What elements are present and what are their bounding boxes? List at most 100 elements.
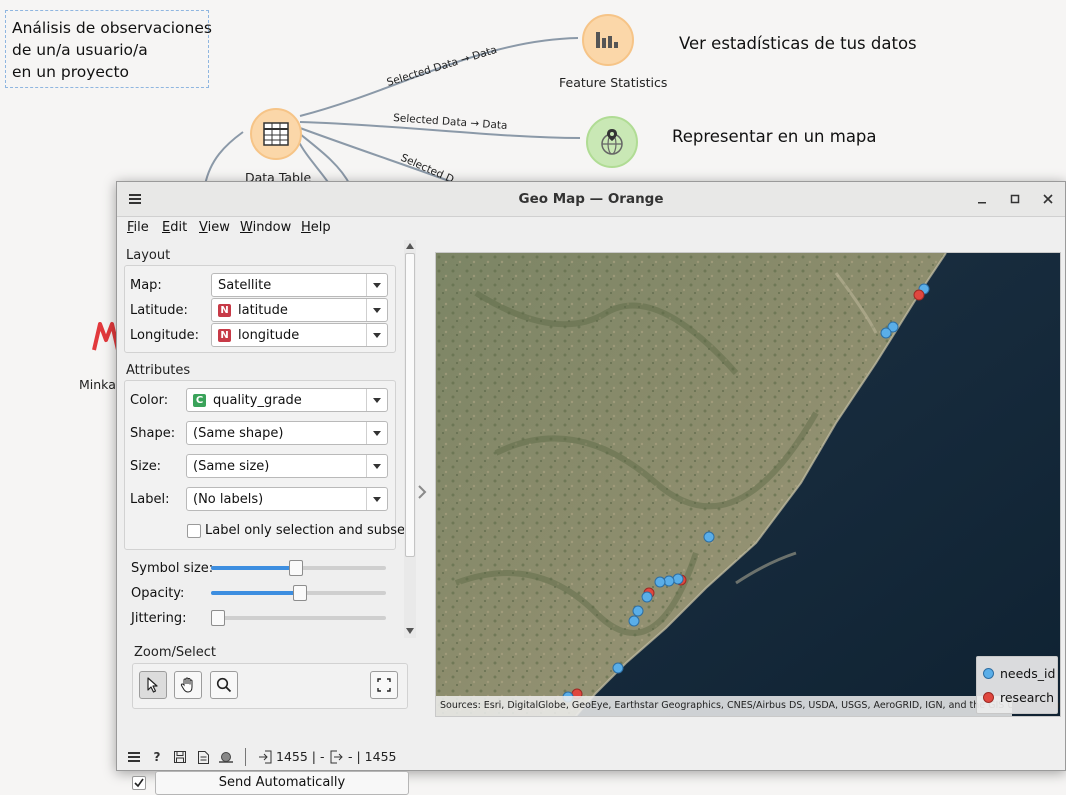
- pointer-select-button[interactable]: [139, 671, 167, 699]
- observation-point[interactable]: [913, 289, 925, 301]
- collapse-panel-icon[interactable]: [417, 484, 427, 503]
- close-icon[interactable]: [1037, 188, 1059, 210]
- opacity-label: Opacity:: [131, 586, 185, 601]
- map-attribution: Sources: Esri, DigitalGlobe, GeoEye, Ear…: [436, 696, 1060, 716]
- latitude-value: latitude: [238, 303, 288, 318]
- label-only-selection-label: Label only selection and subset: [205, 523, 411, 538]
- menu-help[interactable]: Help: [301, 220, 331, 235]
- jittering-label: Jittering:: [131, 611, 187, 626]
- longitude-select[interactable]: N longitude: [211, 323, 388, 347]
- map-label: Map:: [130, 278, 162, 293]
- report-icon[interactable]: [195, 749, 211, 765]
- legend-item-research: research: [983, 690, 1054, 705]
- map-type-value: Satellite: [218, 278, 272, 293]
- snail-icon[interactable]: [218, 749, 234, 765]
- save-icon[interactable]: [172, 749, 188, 765]
- jittering-slider[interactable]: [211, 610, 386, 626]
- map-view[interactable]: Sources: Esri, DigitalGlobe, GeoEye, Ear…: [435, 252, 1061, 717]
- zoom-select-title: Zoom/Select: [134, 645, 216, 660]
- chevron-down-icon: [366, 455, 387, 477]
- symbol-size-slider[interactable]: [211, 560, 386, 576]
- menu-edit[interactable]: Edit: [162, 220, 187, 235]
- slider-handle[interactable]: [211, 610, 225, 626]
- geo-map-window[interactable]: Geo Map — Orange File Edit View Window H…: [116, 181, 1066, 795]
- chevron-down-icon: [366, 488, 387, 510]
- layout-section-title: Layout: [126, 248, 171, 263]
- menu-file[interactable]: File: [127, 220, 149, 235]
- observation-point[interactable]: [628, 615, 640, 627]
- scrollbar-thumb[interactable]: [405, 253, 415, 557]
- slider-handle[interactable]: [289, 560, 304, 576]
- panel-scrollbar[interactable]: [404, 240, 416, 638]
- latitude-select[interactable]: N latitude: [211, 298, 388, 322]
- label-label: Label:: [130, 492, 170, 507]
- map-legend: needs_id research: [976, 656, 1058, 714]
- shape-value: (Same shape): [193, 426, 284, 441]
- chevron-down-icon: [366, 299, 387, 321]
- observation-points[interactable]: [436, 253, 1060, 716]
- send-automatically-button[interactable]: Send Automatically: [155, 771, 409, 795]
- workflow-note[interactable]: Análisis de observaciones de un/a usuari…: [5, 10, 212, 88]
- data-table-node[interactable]: [250, 108, 302, 160]
- note-line: en un proyecto: [12, 63, 130, 81]
- output-count: - | 1455: [348, 749, 397, 764]
- scroll-up-icon[interactable]: [404, 240, 416, 252]
- chevron-down-icon: [366, 389, 387, 411]
- map-type-select[interactable]: Satellite: [211, 273, 388, 297]
- shape-select[interactable]: (Same shape): [186, 421, 388, 445]
- size-label: Size:: [130, 459, 162, 474]
- symbol-size-label: Symbol size:: [131, 561, 214, 576]
- fit-screen-icon: [377, 678, 391, 692]
- note-line: Análisis de observaciones: [12, 19, 212, 37]
- chevron-down-icon: [366, 324, 387, 346]
- slider-handle[interactable]: [292, 585, 307, 601]
- observation-point[interactable]: [632, 605, 644, 617]
- opacity-slider[interactable]: [211, 585, 386, 601]
- latitude-label: Latitude:: [130, 303, 188, 318]
- observation-point[interactable]: [654, 576, 666, 588]
- feature-statistics-label: Feature Statistics: [559, 75, 668, 90]
- minimize-icon[interactable]: [971, 188, 993, 210]
- feature-statistics-node[interactable]: [582, 14, 634, 66]
- pan-button[interactable]: [174, 671, 202, 699]
- legend-marker: [983, 668, 994, 679]
- legend-marker: [983, 692, 994, 703]
- numeric-variable-icon: N: [218, 329, 231, 342]
- hand-pan-icon: [180, 677, 193, 693]
- link-from-minka[interactable]: [204, 131, 244, 186]
- link-to-feature-statistics[interactable]: [299, 37, 579, 117]
- color-label: Color:: [130, 393, 169, 408]
- observation-point[interactable]: [612, 662, 624, 674]
- observation-point[interactable]: [641, 591, 653, 603]
- menu-window[interactable]: Window: [240, 220, 291, 235]
- observation-point[interactable]: [703, 531, 715, 543]
- size-select[interactable]: (Same size): [186, 454, 388, 478]
- attributes-section-title: Attributes: [126, 363, 191, 378]
- help-icon[interactable]: ?: [149, 749, 165, 765]
- label-only-selection-checkbox[interactable]: [187, 524, 201, 538]
- menu-view[interactable]: View: [199, 220, 230, 235]
- color-select[interactable]: C quality_grade: [186, 388, 388, 412]
- canvas-text-stats: Ver estadísticas de tus datos: [679, 34, 917, 53]
- window-titlebar[interactable]: Geo Map — Orange: [117, 182, 1065, 217]
- send-automatically-checkbox[interactable]: [132, 776, 146, 790]
- feature-statistics-icon: [582, 14, 634, 66]
- label-select[interactable]: (No labels): [186, 487, 388, 511]
- canvas-text-map: Representar en un mapa: [672, 127, 877, 146]
- link-label-stats: Selected Data → Data: [385, 44, 498, 89]
- globe-pin-icon: [586, 116, 638, 168]
- chevron-down-icon: [366, 274, 387, 296]
- observation-point[interactable]: [663, 575, 675, 587]
- observation-point[interactable]: [880, 327, 892, 339]
- hamburger-menu-icon[interactable]: [126, 749, 142, 765]
- note-line: de un/a usuario/a: [12, 41, 148, 59]
- legend-label: research: [1000, 690, 1055, 705]
- zoom-to-fit-button[interactable]: [370, 671, 398, 699]
- size-value: (Same size): [193, 459, 270, 474]
- maximize-icon[interactable]: [1004, 188, 1026, 210]
- geo-map-node[interactable]: [586, 116, 638, 168]
- observation-point[interactable]: [672, 573, 684, 585]
- zoom-button[interactable]: [210, 671, 238, 699]
- magnifier-icon: [216, 677, 232, 693]
- scroll-down-icon[interactable]: [404, 625, 416, 637]
